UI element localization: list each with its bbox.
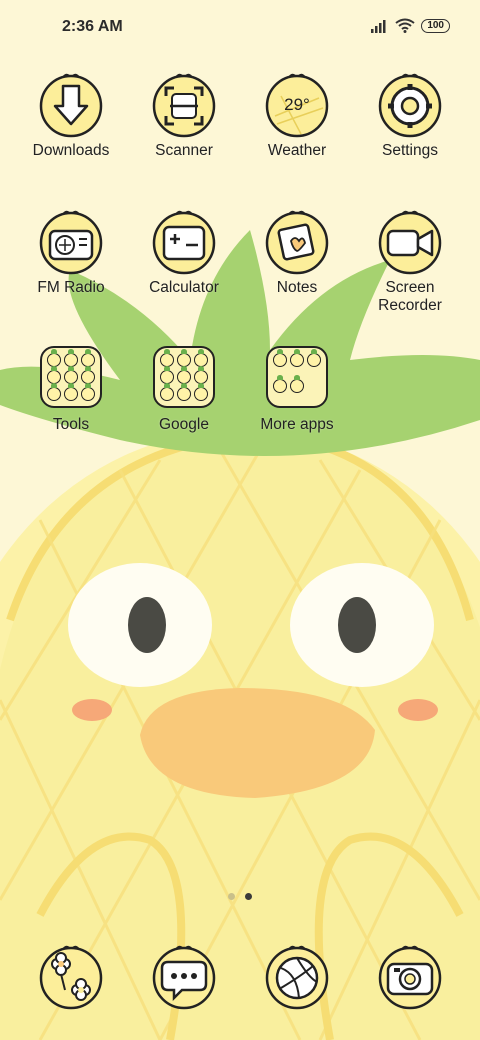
wifi-icon (395, 18, 415, 33)
status-icons: 100 (371, 18, 450, 33)
status-bar: 2:36 AM 100 (0, 0, 480, 56)
battery-indicator: 100 (421, 18, 450, 33)
dock-browser[interactable] (241, 938, 353, 1010)
dock (0, 0, 480, 1040)
signal-icon (371, 19, 386, 33)
dock-messages[interactable] (128, 938, 240, 1010)
camera-icon (378, 945, 442, 1010)
browser-ball-icon (265, 945, 329, 1010)
dock-gallery[interactable] (15, 938, 127, 1010)
gallery-flower-icon (39, 945, 103, 1010)
messages-chat-icon (152, 945, 216, 1010)
dock-camera[interactable] (354, 938, 466, 1010)
status-time: 2:36 AM (62, 18, 123, 35)
